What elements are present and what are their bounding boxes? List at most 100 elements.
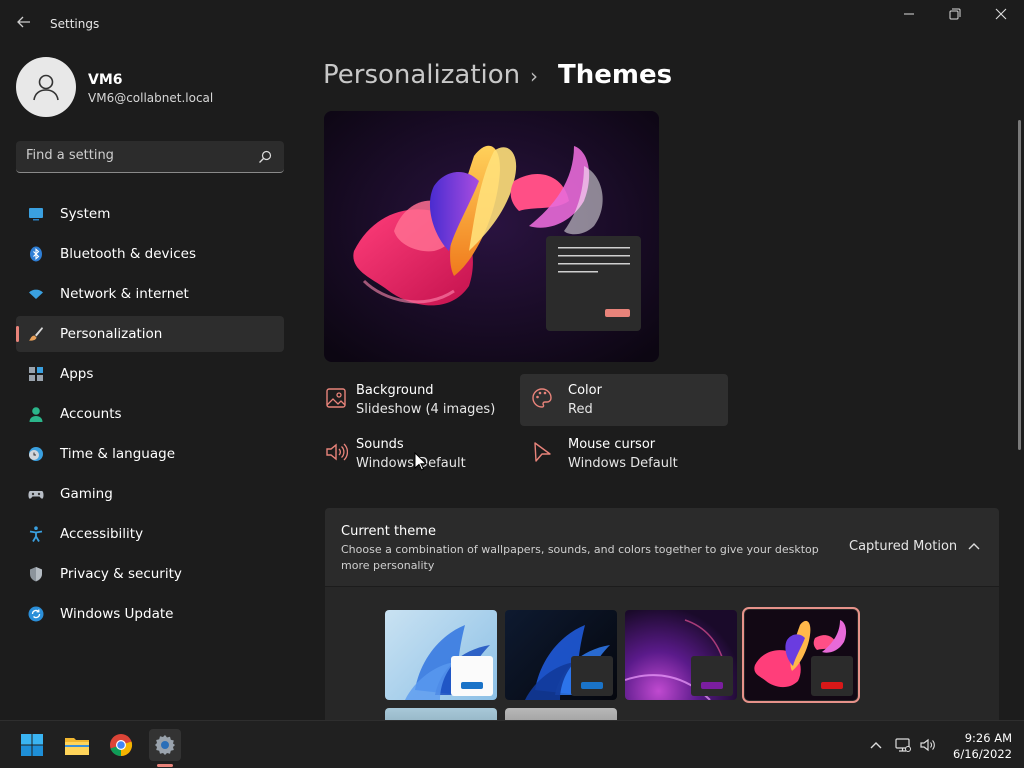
sidebar-item-label: Bluetooth & devices xyxy=(60,246,197,262)
scrollbar[interactable] xyxy=(1018,120,1021,450)
sidebar-item-label: Accessibility xyxy=(60,526,144,542)
sidebar-item-gaming[interactable]: Gaming xyxy=(16,476,284,512)
setting-title: Background xyxy=(356,383,434,398)
taskbar: 9:26 AM 6/16/2022 xyxy=(0,720,1024,768)
sidebar-item-accounts[interactable]: Accounts xyxy=(16,396,284,432)
preview-window xyxy=(811,656,853,696)
wifi-icon xyxy=(29,289,43,299)
theme-thumbnail-captured-motion[interactable] xyxy=(742,607,860,703)
system-icon xyxy=(29,208,43,221)
accent-swatch xyxy=(581,682,603,689)
page-title: Themes xyxy=(558,60,673,90)
restore-icon[interactable] xyxy=(943,8,967,24)
gamepad-icon xyxy=(28,491,44,499)
chevron-up-icon[interactable] xyxy=(868,737,884,753)
file-explorer-icon xyxy=(65,738,89,755)
back-arrow-icon[interactable] xyxy=(14,14,34,34)
setting-value: Windows Default xyxy=(356,456,466,471)
active-app-indicator xyxy=(157,764,173,767)
sidebar-item-label: Network & internet xyxy=(60,286,189,302)
theme-preview xyxy=(324,111,659,362)
file-explorer-button[interactable] xyxy=(61,729,93,761)
user-icon xyxy=(33,74,59,101)
settings-button[interactable] xyxy=(149,729,181,761)
theme-thumbnail-windows-dark[interactable] xyxy=(505,610,617,700)
theme-thumbnail-windows-light[interactable] xyxy=(385,610,497,700)
theme-thumbnail-glow[interactable] xyxy=(625,610,737,700)
sidebar-item-label: Windows Update xyxy=(60,606,174,622)
avatar[interactable] xyxy=(16,57,76,117)
brush-icon xyxy=(29,327,43,341)
search-box[interactable] xyxy=(16,141,284,173)
cursor-icon xyxy=(534,442,551,462)
chrome-button[interactable] xyxy=(105,729,137,761)
sidebar-item-label: Time & language xyxy=(60,446,176,462)
network-icon[interactable] xyxy=(895,737,911,753)
mouse-cursor-setting[interactable]: Mouse cursor Windows Default xyxy=(520,428,728,480)
title-bar: Settings xyxy=(0,0,1024,48)
setting-title: Mouse cursor xyxy=(568,437,656,452)
user-name: VM6 xyxy=(88,72,123,88)
sidebar-item-label: Apps xyxy=(60,366,94,382)
chevron-up-icon[interactable] xyxy=(966,539,982,555)
start-button[interactable] xyxy=(16,729,48,761)
user-email: VM6@collabnet.local xyxy=(88,91,214,105)
current-theme-header[interactable]: Current theme Choose a combination of wa… xyxy=(325,508,999,586)
current-theme-description: Choose a combination of wallpapers, soun… xyxy=(341,543,819,572)
sidebar-item-system[interactable]: System xyxy=(16,196,284,232)
current-theme-value: Captured Motion xyxy=(849,539,958,554)
search-input[interactable] xyxy=(26,148,246,163)
color-setting[interactable]: Color Red xyxy=(520,374,728,426)
breadcrumb-separator: › xyxy=(530,64,538,88)
app-title: Settings xyxy=(50,17,100,31)
preview-window xyxy=(691,656,733,696)
theme-thumbnail-row2-1[interactable] xyxy=(385,708,497,720)
palette-icon xyxy=(532,388,552,408)
sidebar-item-privacy[interactable]: Privacy & security xyxy=(16,556,284,592)
speaker-icon xyxy=(326,443,348,461)
settings-icon xyxy=(155,735,175,755)
minimize-icon[interactable] xyxy=(897,8,921,24)
sidebar-item-label: Accounts xyxy=(60,406,122,422)
volume-icon[interactable] xyxy=(920,737,936,753)
setting-title: Color xyxy=(568,383,602,398)
shield-icon xyxy=(30,567,42,582)
clock-time: 9:26 AM xyxy=(964,731,1012,745)
sidebar-item-personalization[interactable]: Personalization xyxy=(16,316,284,352)
time-language-icon xyxy=(29,447,43,461)
system-clock[interactable]: 9:26 AM 6/16/2022 xyxy=(942,730,1012,762)
setting-value: Windows Default xyxy=(568,456,678,471)
theme-thumbnail-row2-2[interactable] xyxy=(505,708,617,720)
background-setting[interactable]: Background Slideshow (4 images) xyxy=(320,374,528,426)
accessibility-icon xyxy=(29,526,43,542)
setting-title: Sounds xyxy=(356,437,404,452)
close-icon[interactable] xyxy=(989,8,1013,24)
sidebar-item-apps[interactable]: Apps xyxy=(16,356,284,392)
mouse-pointer-icon xyxy=(414,452,428,471)
picture-icon xyxy=(326,388,346,408)
start-icon xyxy=(21,734,43,756)
wallpaper-preview-image xyxy=(324,111,659,362)
apps-icon xyxy=(29,367,43,381)
accent-swatch xyxy=(821,682,843,689)
accent-swatch xyxy=(605,309,630,317)
sidebar-item-time-language[interactable]: Time & language xyxy=(16,436,284,472)
sidebar-item-windows-update[interactable]: Windows Update xyxy=(16,596,284,632)
update-icon xyxy=(28,606,44,622)
preview-window xyxy=(571,656,613,696)
clock-date: 6/16/2022 xyxy=(953,747,1012,761)
current-theme-title: Current theme xyxy=(341,524,436,539)
sidebar-item-accessibility[interactable]: Accessibility xyxy=(16,516,284,552)
sidebar-nav: System Bluetooth & devices Network & int… xyxy=(16,196,284,636)
theme-gallery xyxy=(325,587,999,720)
accent-swatch xyxy=(461,682,483,689)
sidebar-item-label: Gaming xyxy=(60,486,113,502)
setting-value: Slideshow (4 images) xyxy=(356,402,496,417)
breadcrumb-parent[interactable]: Personalization xyxy=(323,60,520,90)
sidebar-item-label: System xyxy=(60,206,111,222)
sidebar-item-bluetooth[interactable]: Bluetooth & devices xyxy=(16,236,284,272)
setting-value: Red xyxy=(568,402,593,417)
sidebar-item-label: Privacy & security xyxy=(60,566,182,582)
search-icon[interactable] xyxy=(258,150,272,164)
sidebar-item-network[interactable]: Network & internet xyxy=(16,276,284,312)
